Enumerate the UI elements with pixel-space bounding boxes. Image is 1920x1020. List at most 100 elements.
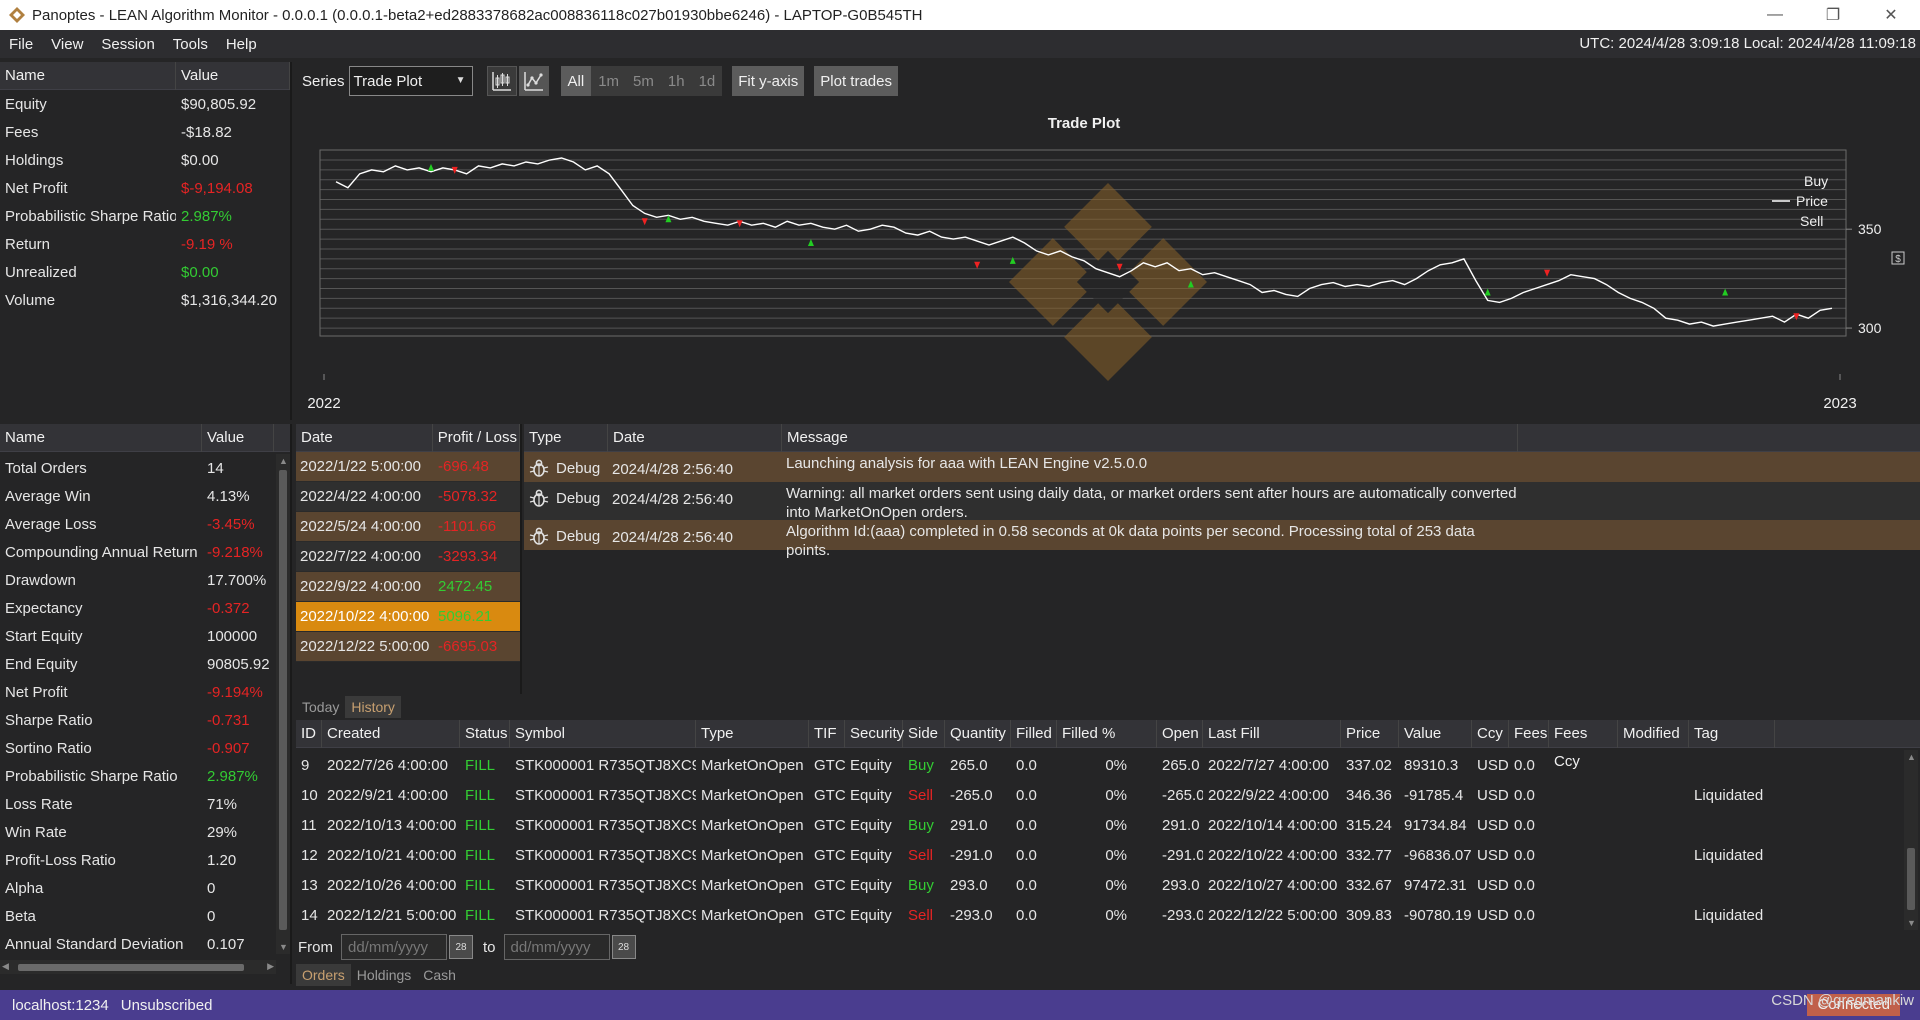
order-row[interactable]: 14 2022/12/21 5:00:00 FILL STK000001 R735QT… [296,900,1900,930]
range-1d-button[interactable]: 1d [691,66,723,96]
column-header-side[interactable]: Side [903,719,945,748]
column-header-name[interactable]: Name [0,61,176,90]
column-header-ccy[interactable]: Ccy [1472,719,1509,748]
profit-loss-row[interactable]: 2022/9/22 4:00:00 2472.45 [296,572,520,602]
column-header-tag[interactable]: Tag [1689,719,1775,748]
column-header-symbol[interactable]: Symbol [510,719,696,748]
column-header-fees[interactable]: Fees [1509,719,1549,748]
column-header-value[interactable]: Value [1399,719,1472,748]
trade-plot-chart[interactable]: Trade Plot 300 350 $ 2022 2023 Buy Price … [296,102,1920,420]
scroll-up-icon[interactable]: ▲ [1907,752,1916,762]
fit-y-axis-button[interactable]: Fit y-axis [732,66,805,96]
column-header-modified[interactable]: Modified [1618,719,1689,748]
order-row[interactable]: 13 2022/10/26 4:00:00 FILL STK000001 R735QT… [296,870,1900,900]
range-1h-button[interactable]: 1h [660,66,692,96]
line-chart-button[interactable] [518,66,549,96]
plot-trades-button[interactable]: Plot trades [814,66,898,96]
order-filled: 0.0 [1016,756,1037,774]
bug-icon [529,459,549,477]
menu-session[interactable]: Session [92,36,163,53]
series-dropdown[interactable]: Trade Plot ▼ [348,66,473,96]
column-header-message[interactable]: Message [782,423,1518,452]
profit-loss-row[interactable]: 2022/10/22 4:00:00 5096.21 [296,602,520,632]
column-header-filled[interactable]: Filled [1011,719,1057,748]
scrollbar-thumb[interactable] [279,470,287,930]
orders-panel: Today History ID Created Status Symbol Type T… [296,696,1920,988]
stat-value: 1.20 [207,851,237,869]
order-row[interactable]: 11 2022/10/13 4:00:00 FILL STK000001 R735QT… [296,810,1900,840]
line-chart-icon [523,72,543,91]
column-header-security[interactable]: Security [845,719,904,748]
close-button[interactable]: ✕ [1862,0,1920,30]
candlestick-icon [491,72,511,91]
range-1m-button[interactable]: 1m [591,66,627,96]
order-filled-percent: 0% [1105,906,1127,924]
tab-orders[interactable]: Orders [296,964,351,986]
log-row[interactable]: Debug 2024/4/28 2:56:40 Warning: all marke… [524,482,1920,521]
scroll-up-icon[interactable]: ▲ [279,456,288,466]
column-header-value[interactable]: Value [176,61,290,90]
menu-file[interactable]: File [0,36,42,53]
order-id: 12 [301,846,318,864]
column-header-type[interactable]: Type [696,719,809,748]
column-header-value[interactable]: Value [202,423,274,452]
log-row[interactable]: Debug 2024/4/28 2:56:40 Algorithm Id:(aaa)… [524,520,1920,559]
order-row[interactable]: 10 2022/9/21 4:00:00 FILL STK000001 R735QTJ… [296,780,1900,810]
range-all-button[interactable]: All [560,66,592,96]
column-header-quantity[interactable]: Quantity [945,719,1011,748]
order-last-fill: 2022/10/14 4:00:00 [1208,816,1338,834]
column-header-id[interactable]: ID [296,719,322,748]
column-header-type[interactable]: Type [524,423,608,452]
stat-name: Expectancy [5,599,83,617]
log-row[interactable]: Debug 2024/4/28 2:56:40 Launching analysis… [524,452,1920,482]
scroll-down-icon[interactable]: ▼ [1907,918,1916,928]
tab-history[interactable]: History [345,696,401,718]
scroll-left-icon[interactable]: ◀ [2,961,9,972]
to-date-input[interactable]: dd/mm/yyyy [503,934,610,960]
menu-view[interactable]: View [42,36,92,53]
range-5m-button[interactable]: 5m [626,66,661,96]
minimize-button[interactable]: — [1746,0,1804,30]
column-header-fees-ccy[interactable]: Fees Ccy [1549,719,1618,770]
order-row[interactable]: 12 2022/10/21 4:00:00 FILL STK000001 R735QT… [296,840,1900,870]
calendar-icon[interactable]: 28 [449,935,473,959]
column-header-profit-loss[interactable]: Profit / Loss [433,423,520,452]
restore-button[interactable]: ❐ [1804,0,1862,30]
column-header-open[interactable]: Open [1157,719,1203,748]
scroll-right-icon[interactable]: ▶ [267,961,274,972]
profit-loss-row[interactable]: 2022/1/22 5:00:00 -696.48 [296,452,520,482]
log-message-cell: Algorithm Id:(aaa) completed in 0.58 sec… [782,522,1518,560]
menu-help[interactable]: Help [217,36,266,53]
candlestick-chart-button[interactable] [486,66,517,96]
from-date-input[interactable]: dd/mm/yyyy [341,934,447,960]
orders-vertical-scrollbar[interactable]: ▲ ▼ [1904,750,1918,930]
buy-marker [1009,256,1016,264]
tab-cash[interactable]: Cash [417,964,462,986]
tab-holdings[interactable]: Holdings [351,964,417,986]
column-header-name[interactable]: Name [0,423,202,452]
log-message-cell: Launching analysis for aaa with LEAN Eng… [782,454,1518,473]
order-ccy: USD [1477,786,1509,804]
column-header-last-fill[interactable]: Last Fill [1203,719,1341,748]
calendar-icon[interactable]: 28 [611,935,636,959]
column-header-date[interactable]: Date [608,423,782,452]
order-row[interactable]: 9 2022/7/26 4:00:00 FILL STK000001 R735QTJ8… [296,750,1900,780]
profit-loss-row[interactable]: 2022/4/22 4:00:00 -5078.32 [296,482,520,512]
menu-tools[interactable]: Tools [164,36,217,53]
column-header-created[interactable]: Created [322,719,460,748]
column-header-price[interactable]: Price [1341,719,1399,748]
scroll-down-icon[interactable]: ▼ [279,942,288,952]
column-header-date[interactable]: Date [296,423,433,452]
scrollbar-thumb[interactable] [1907,848,1915,910]
column-header-filled-percent[interactable]: Filled % [1057,719,1157,748]
statistics-vertical-scrollbar[interactable]: ▲ ▼ [276,454,290,954]
statistics-horizontal-scrollbar[interactable]: ◀ ▶ [0,960,276,974]
tab-today[interactable]: Today [296,696,345,718]
profit-loss-row[interactable]: 2022/5/24 4:00:00 -1101.66 [296,512,520,542]
profit-loss-row[interactable]: 2022/7/22 4:00:00 -3293.34 [296,542,520,572]
column-header-status[interactable]: Status [460,719,510,748]
scrollbar-thumb[interactable] [18,964,244,971]
column-header-tif[interactable]: TIF [809,719,845,748]
chart-toolbar: Series Trade Plot ▼ All 1m 5m 1h 1d Fit … [296,62,898,100]
profit-loss-row[interactable]: 2022/12/22 5:00:00 -6695.03 [296,632,520,662]
